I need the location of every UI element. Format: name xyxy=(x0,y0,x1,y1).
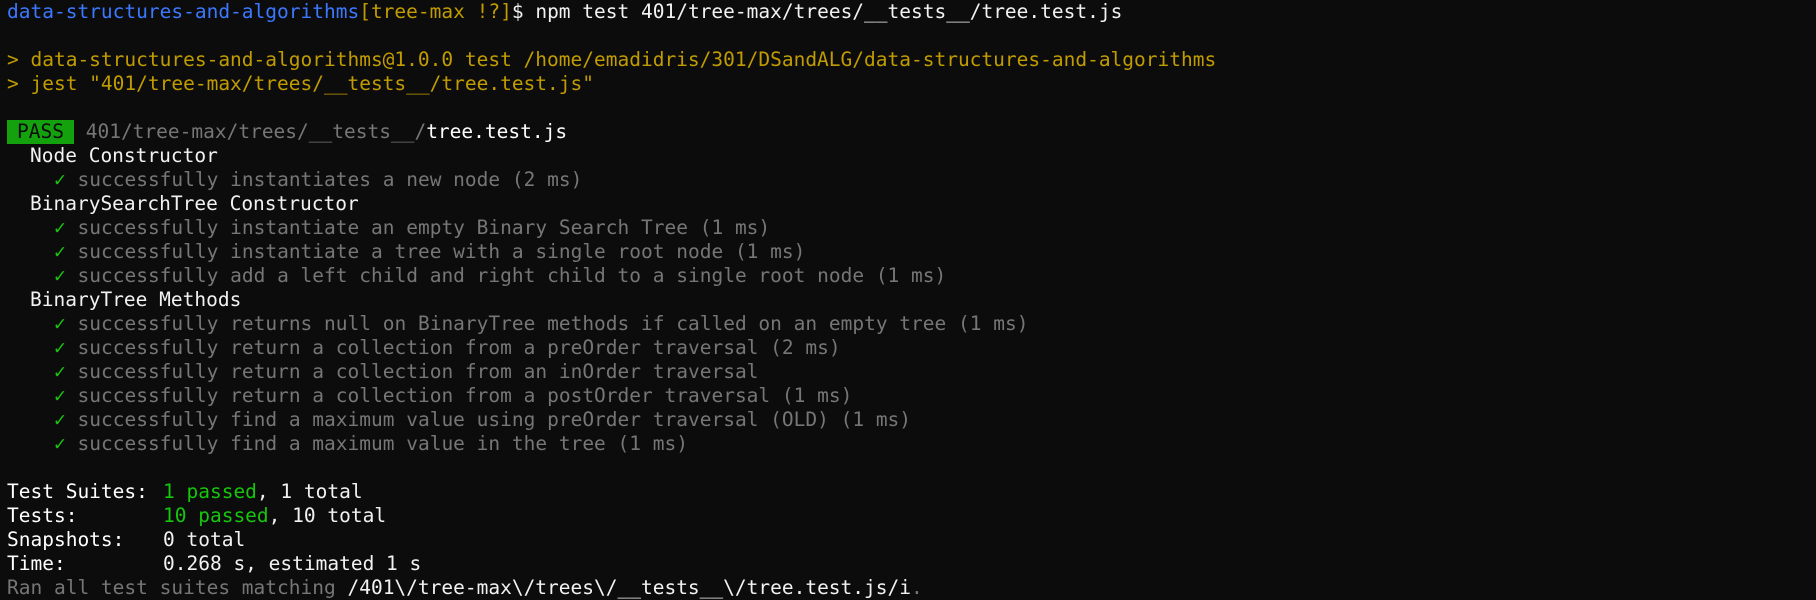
test-case: ✓ successfully instantiates a new node (… xyxy=(7,168,1816,192)
test-case: ✓ successfully return a collection from … xyxy=(7,336,1816,360)
check-icon: ✓ xyxy=(54,336,66,359)
test-case: ✓ successfully return a collection from … xyxy=(7,360,1816,384)
result-path: 401/tree-max/trees/__tests__/ xyxy=(85,120,427,143)
pass-badge: PASS xyxy=(7,120,74,144)
test-case: ✓ successfully find a maximum value in t… xyxy=(7,432,1816,456)
summary-suites-label: Test Suites: xyxy=(7,480,148,503)
test-case: ✓ successfully find a maximum value usin… xyxy=(7,408,1816,432)
check-icon: ✓ xyxy=(54,408,66,431)
test-case-label: successfully return a collection from an… xyxy=(77,360,759,383)
terminal-window[interactable]: data-structures-and-algorithms[tree-max … xyxy=(0,0,1816,600)
check-icon: ✓ xyxy=(54,264,66,287)
test-group-title: BinaryTree Methods xyxy=(30,288,242,311)
test-groups: Node Constructor ✓ successfully instantia… xyxy=(7,144,1816,456)
summary-time: Time: 0.268 s, estimated 1 s xyxy=(7,552,1816,576)
summary-time-value: 0.268 s, estimated 1 s xyxy=(163,552,422,575)
npm-script-line: > data-structures-and-algorithms@1.0.0 t… xyxy=(7,48,1217,71)
prompt-repo: data-structures-and-algorithms xyxy=(7,0,360,23)
check-icon: ✓ xyxy=(54,360,66,383)
test-case: ✓ successfully instantiate a tree with a… xyxy=(7,240,1816,264)
summary-suites: Test Suites: 1 passed, 1 total xyxy=(7,480,1816,504)
test-case-label: successfully instantiates a new node (2 … xyxy=(77,168,583,191)
prompt-branch: [tree-max !?] xyxy=(359,0,512,23)
test-case-label: successfully returns null on BinaryTree … xyxy=(77,312,1029,335)
test-case: ✓ successfully returns null on BinaryTre… xyxy=(7,312,1816,336)
test-group-title: BinarySearchTree Constructor xyxy=(30,192,359,215)
prompt-command: npm test 401/tree-max/trees/__tests__/tr… xyxy=(535,0,1123,23)
test-case-label: successfully find a maximum value using … xyxy=(77,408,912,431)
test-case: ✓ successfully return a collection from … xyxy=(7,384,1816,408)
check-icon: ✓ xyxy=(54,384,66,407)
prompt-symbol: $ xyxy=(511,0,524,23)
result-file: tree.test.js xyxy=(426,120,568,143)
summary-suites-total: , 1 total xyxy=(256,480,363,503)
test-case-label: successfully return a collection from a … xyxy=(77,384,853,407)
test-case-label: successfully return a collection from a … xyxy=(77,336,841,359)
summary-tests-label: Tests: xyxy=(7,504,78,527)
check-icon: ✓ xyxy=(54,312,66,335)
test-case-label: successfully instantiate a tree with a s… xyxy=(77,240,806,263)
npm-jest-line: > jest "401/tree-max/trees/__tests__/tre… xyxy=(7,72,594,95)
prompt-line: data-structures-and-algorithms[tree-max … xyxy=(7,0,1816,24)
check-icon: ✓ xyxy=(54,168,66,191)
test-case-label: successfully instantiate an empty Binary… xyxy=(77,216,771,239)
check-icon: ✓ xyxy=(54,216,66,239)
check-icon: ✓ xyxy=(54,432,66,455)
test-case: ✓ successfully instantiate an empty Bina… xyxy=(7,216,1816,240)
test-group-title: Node Constructor xyxy=(30,144,218,167)
test-case-label: successfully add a left child and right … xyxy=(77,264,947,287)
summary-tests-total: , 10 total xyxy=(268,504,387,527)
summary-snapshots: Snapshots: 0 total xyxy=(7,528,1816,552)
result-line: PASS 401/tree-max/trees/__tests__/tree.t… xyxy=(7,120,1816,144)
test-case: ✓ successfully add a left child and righ… xyxy=(7,264,1816,288)
summary-snapshots-value: 0 total xyxy=(163,528,246,551)
summary-ran: Ran all test suites matching /401\/tree-… xyxy=(7,576,1816,600)
test-case-label: successfully find a maximum value in the… xyxy=(77,432,688,455)
summary-suites-passed: 1 passed xyxy=(163,480,257,503)
check-icon: ✓ xyxy=(54,240,66,263)
summary-tests: Tests: 10 passed, 10 total xyxy=(7,504,1816,528)
summary-tests-passed: 10 passed xyxy=(163,504,269,527)
summary-time-label: Time: xyxy=(7,552,66,575)
summary-snapshots-label: Snapshots: xyxy=(7,528,125,551)
